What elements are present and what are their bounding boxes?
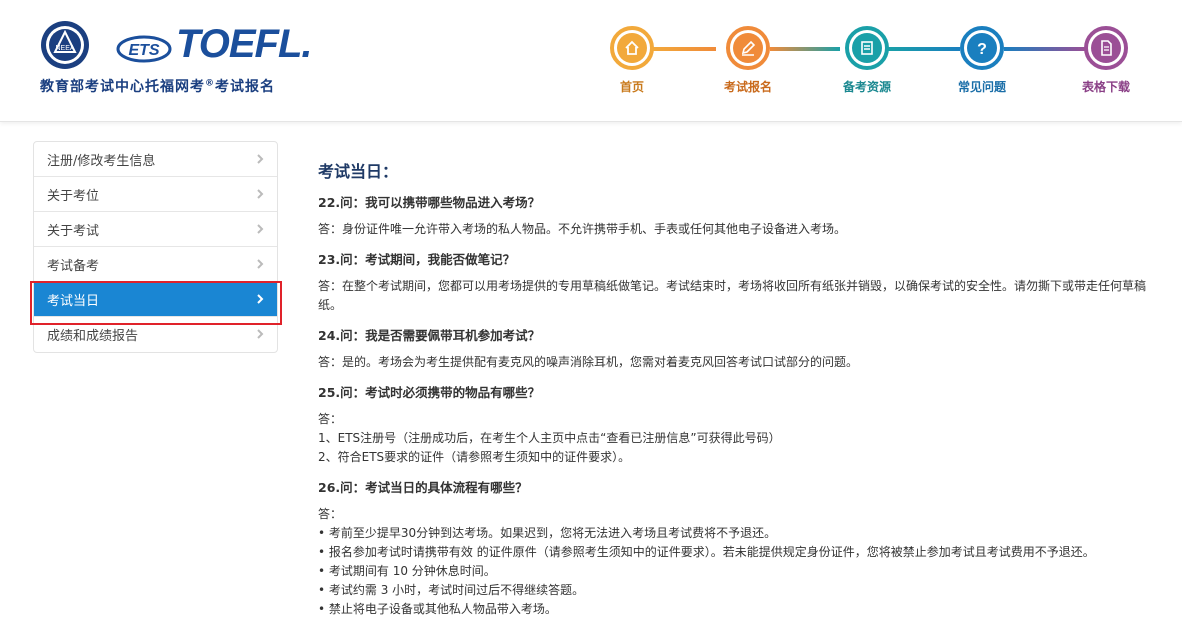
faq-answer: 答：是的。考场会为考生提供配有麦克风的噪声消除耳机，您需对着麦克风回答考试口试部… — [318, 355, 859, 369]
chevron-right-icon — [257, 259, 264, 269]
sidebar-item-label: 考试当日 — [47, 293, 100, 309]
pencil-icon — [733, 33, 763, 63]
faq-answer: 答： 1、ETS注册号（注册成功后，在考生个人主页中点击“查看已注册信息”可获得… — [318, 410, 1148, 467]
svg-text:?: ? — [977, 41, 987, 57]
answer-line: • 考试期间有 10 分钟休息时间。 — [318, 564, 496, 578]
sidebar-item-seats[interactable]: 关于考位 — [34, 177, 277, 212]
sidebar-item-label: 考试备考 — [47, 258, 100, 274]
answer-line: 1、ETS注册号（注册成功后，在考生个人主页中点击“查看已注册信息”可获得此号码… — [318, 431, 781, 445]
faq-question: 26.问：考试当日的具体流程有哪些？ — [318, 480, 528, 495]
faq-content: 考试当日： 22.问：我可以携带哪些物品进入考场？ 答：身份证件唯一允许带入考场… — [318, 158, 1148, 629]
faq-answer: 答：身份证件唯一允许带入考场的私人物品。不允许携带手机、手表或任何其他电子设备进… — [318, 222, 847, 236]
faq-answer: 答： • 考前至少提早30分钟到达考场。如果迟到，您将无法进入考场且考试费将不予… — [318, 505, 1148, 619]
svg-text:ETS: ETS — [128, 42, 159, 59]
chevron-right-icon — [257, 294, 264, 304]
nav-label: 常见问题 — [957, 80, 1006, 94]
site-title: 教育部考试中心托福网考®考试报名 — [40, 78, 275, 95]
section-title: 考试当日： — [318, 162, 399, 181]
faq-question: 23.问：考试期间，我能否做笔记？ — [318, 252, 516, 267]
nav-register[interactable]: 考试报名 — [708, 26, 788, 95]
sidebar-item-registration[interactable]: 注册/修改考生信息 — [34, 142, 277, 177]
answer-line: • 考试约需 3 小时，考试时间过后不得继续答题。 — [318, 583, 585, 597]
question-icon: ? — [967, 33, 997, 63]
ets-logo[interactable]: ETS — [116, 34, 174, 64]
sidebar-item-label: 关于考位 — [47, 188, 100, 204]
document-icon — [1091, 33, 1121, 63]
answer-line: • 报名参加考试时请携带有效 的证件原件（请参照考生须知中的证件要求）。若未能提… — [318, 545, 1095, 559]
nav-label: 首页 — [619, 80, 644, 94]
svg-text:NEEA: NEEA — [55, 45, 74, 52]
home-icon — [617, 33, 647, 63]
chevron-right-icon — [257, 329, 264, 339]
sidebar-item-label: 注册/修改考生信息 — [47, 153, 156, 169]
sidebar-item-label: 关于考试 — [47, 223, 100, 239]
nav-faq[interactable]: ? 常见问题 — [942, 26, 1022, 95]
site-header: NEEA ETS TOEFL. 教育部考试中心托福网考®考试报名 首页 考试报名… — [0, 0, 1182, 122]
sidebar-item-scores[interactable]: 成绩和成绩报告 — [34, 317, 277, 352]
main-nav: 首页 考试报名 备考资源 ? 常见问题 表格下载 — [604, 26, 1144, 96]
nav-label: 考试报名 — [723, 80, 772, 94]
faq-answer: 答：在整个考试期间，您都可以用考场提供的专用草稿纸做笔记。考试结束时，考场将收回… — [318, 279, 1147, 312]
faq-question: 22.问：我可以携带哪些物品进入考场？ — [318, 195, 541, 210]
sidebar-item-about-test[interactable]: 关于考试 — [34, 212, 277, 247]
faq-question: 24.问：我是否需要佩带耳机参加考试？ — [318, 328, 541, 343]
toefl-logo[interactable]: TOEFL. — [176, 22, 312, 67]
answer-line: 答： — [318, 507, 343, 521]
chevron-right-icon — [257, 154, 264, 164]
nav-home[interactable]: 首页 — [592, 26, 672, 95]
book-icon — [852, 33, 882, 63]
nav-resources[interactable]: 备考资源 — [827, 26, 907, 95]
neea-logo[interactable]: NEEA — [40, 20, 90, 70]
answer-line: • 禁止将电子设备或其他私人物品带入考场。 — [318, 602, 557, 616]
sidebar-item-label: 成绩和成绩报告 — [47, 329, 139, 344]
faq-question: 25.问：考试时必须携带的物品有哪些？ — [318, 385, 541, 400]
answer-line: • 考前至少提早30分钟到达考场。如果迟到，您将无法进入考场且考试费将不予退还。 — [318, 526, 777, 540]
chevron-right-icon — [257, 224, 264, 234]
nav-downloads[interactable]: 表格下载 — [1066, 26, 1146, 95]
nav-label: 表格下载 — [1081, 80, 1130, 94]
nav-label: 备考资源 — [842, 80, 891, 94]
sidebar-item-test-day[interactable]: 考试当日 — [34, 282, 277, 317]
answer-line: 答： — [318, 412, 343, 426]
faq-sidebar: 注册/修改考生信息 关于考位 关于考试 考试备考 考试当日 成绩和成绩报告 — [33, 141, 278, 353]
sidebar-item-preparation[interactable]: 考试备考 — [34, 247, 277, 282]
chevron-right-icon — [257, 189, 264, 199]
answer-line: 2、符合ETS要求的证件（请参照考生须知中的证件要求）。 — [318, 450, 631, 464]
